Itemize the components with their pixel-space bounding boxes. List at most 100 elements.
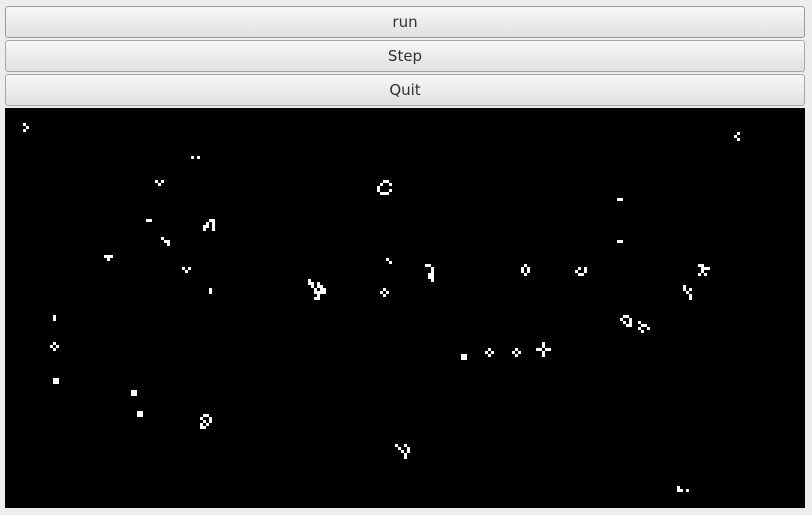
live-cell (683, 285, 686, 288)
life-window: run Step Quit (0, 0, 812, 515)
live-cell (134, 390, 137, 393)
live-cell (488, 348, 491, 351)
live-cell (524, 273, 527, 276)
live-cell (707, 267, 710, 270)
live-cell (404, 456, 407, 459)
live-cell (383, 294, 386, 297)
live-cell (704, 273, 707, 276)
live-cell (737, 132, 740, 135)
live-cell (53, 378, 56, 381)
live-cell (107, 255, 110, 258)
live-cell (200, 426, 203, 429)
live-cell (320, 291, 323, 294)
live-cell (380, 291, 383, 294)
live-cell (161, 237, 164, 240)
live-cell (680, 489, 683, 492)
live-cell (23, 123, 26, 126)
live-cell (584, 267, 587, 270)
live-cell (107, 258, 110, 261)
live-cell (104, 255, 107, 258)
live-cell (323, 291, 326, 294)
live-cell (206, 222, 209, 225)
live-cell (638, 327, 641, 330)
live-cell (395, 444, 398, 447)
live-cell (137, 411, 140, 414)
live-cell (644, 324, 647, 327)
live-cell (203, 426, 206, 429)
live-cell (146, 219, 149, 222)
live-cell (491, 351, 494, 354)
live-cell (140, 414, 143, 417)
live-cell (485, 351, 488, 354)
live-cell (56, 345, 59, 348)
live-cell (383, 288, 386, 291)
life-board[interactable] (5, 108, 805, 508)
live-cell (188, 267, 191, 270)
live-cell (203, 420, 206, 423)
live-cell (620, 318, 623, 321)
live-cell (317, 294, 320, 297)
live-cell (308, 282, 311, 285)
live-cell (689, 288, 692, 291)
live-cell (164, 240, 167, 243)
live-cell (134, 393, 137, 396)
live-cell (320, 288, 323, 291)
live-cell (428, 264, 431, 267)
live-cell (53, 381, 56, 384)
live-cell (527, 267, 530, 270)
live-cell (515, 354, 518, 357)
live-cell (317, 282, 320, 285)
live-cell (542, 354, 545, 357)
live-cell (407, 450, 410, 453)
live-cell (518, 351, 521, 354)
live-cell (386, 180, 389, 183)
live-cell (314, 291, 317, 294)
live-cell (527, 270, 530, 273)
live-cell (209, 219, 212, 222)
live-cell (23, 129, 26, 132)
live-cell (203, 225, 206, 228)
live-cell (212, 228, 215, 231)
live-cell (200, 417, 203, 420)
live-cell (626, 324, 629, 327)
live-cell (167, 240, 170, 243)
live-cell (197, 156, 200, 159)
step-button[interactable]: Step (5, 40, 805, 72)
live-cell (488, 354, 491, 357)
live-cell (203, 228, 206, 231)
board-background (5, 108, 805, 508)
live-cell (698, 264, 701, 267)
live-cell (320, 285, 323, 288)
quit-button[interactable]: Quit (5, 74, 805, 106)
live-cell (110, 255, 113, 258)
live-cell (56, 378, 59, 381)
live-cell (206, 423, 209, 426)
live-cell (212, 222, 215, 225)
live-cell (314, 297, 317, 300)
live-cell (50, 345, 53, 348)
live-cell (209, 288, 212, 291)
live-cell (386, 258, 389, 261)
live-cell (212, 219, 215, 222)
live-cell (689, 294, 692, 297)
live-cell (461, 354, 464, 357)
live-cell (53, 318, 56, 321)
live-cell (209, 291, 212, 294)
live-cell (158, 183, 161, 186)
live-cell (542, 351, 545, 354)
live-cell (623, 321, 626, 324)
live-cell (623, 315, 626, 318)
live-cell (428, 276, 431, 279)
live-cell (377, 189, 380, 192)
live-cell (311, 285, 314, 288)
live-cell (389, 183, 392, 186)
run-button[interactable]: run (5, 6, 805, 38)
live-cell (431, 270, 434, 273)
live-cell (140, 411, 143, 414)
live-cell (131, 390, 134, 393)
live-cell (53, 342, 56, 345)
live-cell (209, 420, 212, 423)
live-cell (401, 450, 404, 453)
live-cell (431, 273, 434, 276)
live-cell (404, 444, 407, 447)
